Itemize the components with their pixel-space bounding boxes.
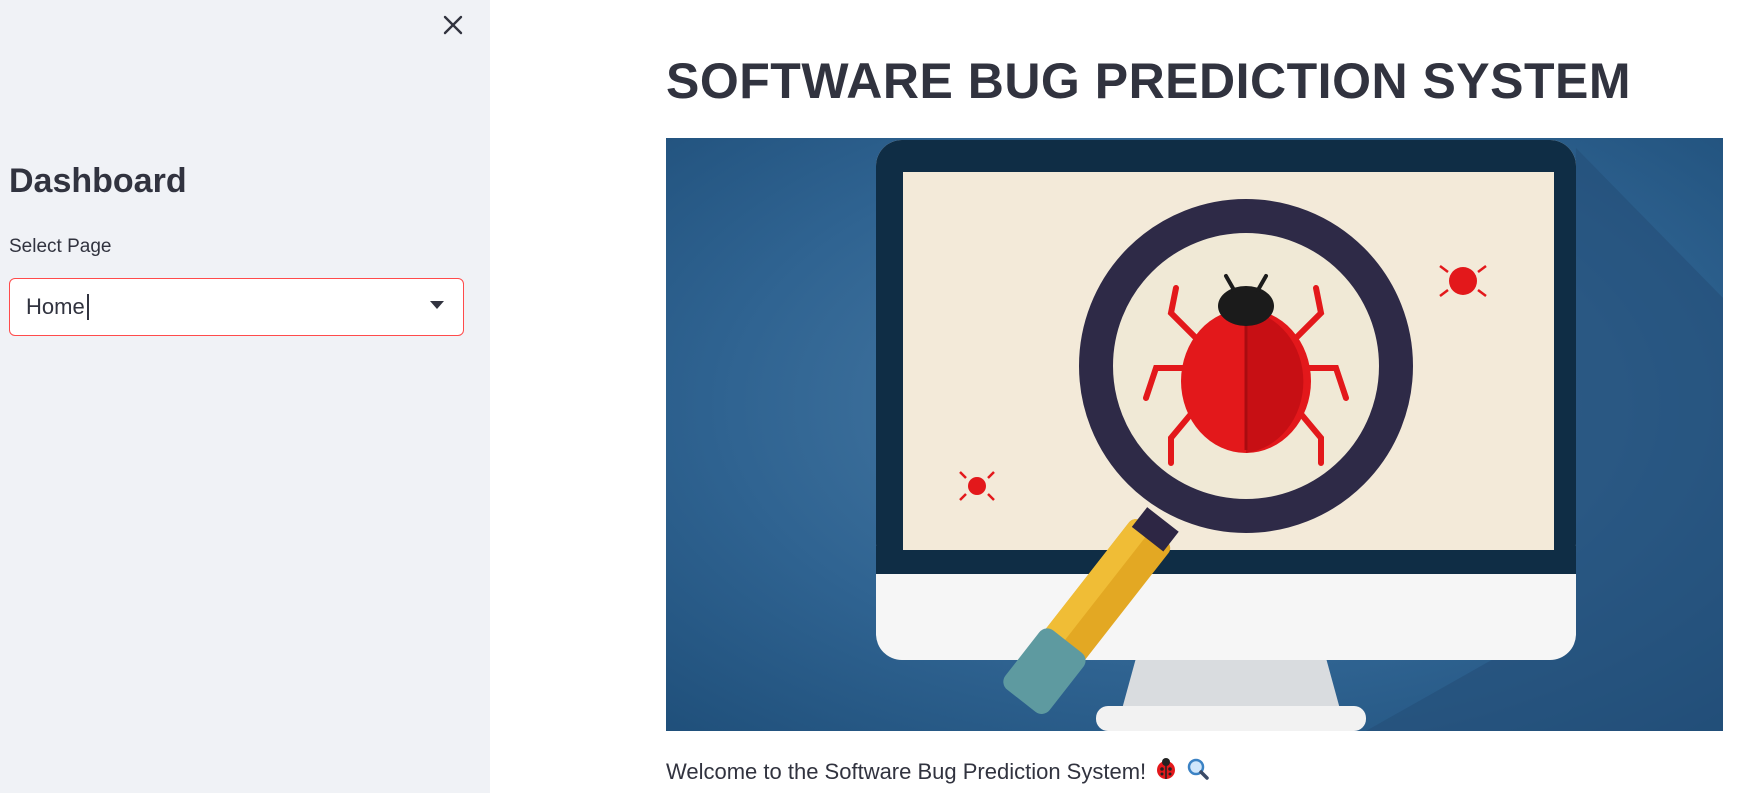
close-sidebar-button[interactable]	[438, 10, 468, 40]
close-icon	[443, 15, 463, 35]
ladybug-icon	[1154, 757, 1178, 787]
main-content: SOFTWARE BUG PREDICTION SYSTEM Welcome t…	[490, 0, 1755, 793]
chevron-down-icon[interactable]	[430, 301, 444, 309]
sidebar: Dashboard Select Page Home	[0, 0, 490, 793]
sidebar-title: Dashboard	[9, 162, 187, 200]
welcome-message: Welcome to the Software Bug Prediction S…	[666, 757, 1210, 787]
welcome-text: Welcome to the Software Bug Prediction S…	[666, 759, 1147, 784]
bug-magnifier-illustration	[666, 138, 1723, 731]
page-title: SOFTWARE BUG PREDICTION SYSTEM	[666, 53, 1632, 109]
select-page-label: Select Page	[9, 236, 112, 257]
text-cursor	[86, 294, 89, 320]
magnifier-icon	[1186, 757, 1210, 787]
app-window: Dashboard Select Page Home SOFTWARE BUG …	[0, 0, 1755, 793]
select-page-dropdown[interactable]: Home	[9, 278, 464, 336]
select-page-value: Home	[26, 294, 85, 319]
hero-image	[666, 138, 1723, 731]
